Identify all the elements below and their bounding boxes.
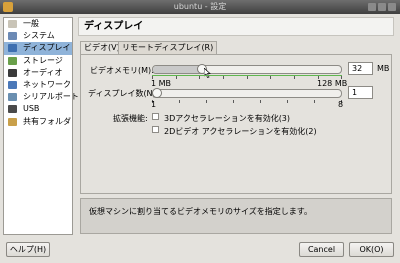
sidebar-item-general[interactable]: 一般 [4,18,72,30]
shared-folder-icon [8,117,17,126]
video-memory-ticks [152,76,342,80]
enable-2d-video-acceleration-checkbox[interactable] [152,126,159,133]
monitor-count-min-label: 1 [151,100,157,109]
minimize-button[interactable] [368,3,376,11]
page-title: ディスプレイ [78,17,394,36]
sidebar-item-label: システム [23,31,55,41]
extended-features-label: 拡張機能: [113,114,148,123]
tab-remote-display[interactable]: リモートディスプレイ(R) [118,41,218,54]
video-memory-min-label: 1 MB [151,79,172,88]
settings-window: ubuntu - 設定 一般 システム ディスプレイ ストレージ オーディオ ネ… [0,0,400,263]
monitor-count-max-label: 8 [338,100,344,109]
enable-3d-acceleration-label[interactable]: 3Dアクセラレーションを有効化(3) [164,113,290,124]
storage-icon [8,56,17,65]
sidebar-item-storage[interactable]: ストレージ [4,55,72,67]
serial-port-icon [8,93,17,102]
sidebar-item-label: ネットワーク [23,79,71,89]
title-bar: ubuntu - 設定 [0,0,400,14]
settings-sidebar: 一般 システム ディスプレイ ストレージ オーディオ ネットワーク シリアルポー… [3,17,79,235]
sidebar-item-label: 一般 [23,19,39,28]
cancel-button[interactable]: Cancel [299,242,344,257]
sidebar-item-network[interactable]: ネットワーク [4,79,72,91]
sidebar-item-audio[interactable]: オーディオ [4,67,72,79]
sidebar-item-label: ディスプレイ [23,43,71,53]
network-icon [8,80,17,89]
sidebar-item-label: 共有フォルダ [23,116,71,126]
video-tab-panel: ビデオメモリ(M): 1 MB 128 MB 32 MB ディスプレイ数(N): [80,54,392,194]
video-memory-label: ビデオメモリ(M): [90,66,154,75]
general-icon [8,20,17,28]
sidebar-item-label: オーディオ [23,67,63,77]
maximize-button[interactable] [378,3,386,11]
video-memory-max-label: 128 MB [317,79,348,88]
sidebar-item-shared-folders[interactable]: 共有フォルダ [4,116,72,128]
sidebar-item-label: USB [23,104,40,114]
help-button[interactable]: ヘルプ(H) [6,242,50,257]
video-memory-input[interactable]: 32 [348,62,373,75]
window-title: ubuntu - 設定 [173,2,227,11]
sidebar-item-display[interactable]: ディスプレイ [4,42,72,55]
system-icon [8,32,17,41]
info-text: 仮想マシンに割り当てるビデオメモリのサイズを指定します。 [89,207,312,216]
monitor-count-input[interactable]: 1 [348,86,373,99]
video-memory-slider-fill [153,66,203,73]
info-pane: 仮想マシンに割り当てるビデオメモリのサイズを指定します。 [80,198,392,234]
sidebar-item-serial-port[interactable]: シリアルポート [4,91,79,103]
close-button[interactable] [388,3,396,11]
monitor-count-slider[interactable] [152,89,342,98]
enable-2d-video-acceleration-label[interactable]: 2Dビデオ アクセラレーションを有効化(2) [164,126,317,137]
app-icon [3,2,13,12]
video-memory-unit: MB [377,64,390,73]
monitor-count-label: ディスプレイ数(N): [88,89,159,98]
audio-icon [8,68,17,77]
sidebar-item-label: ストレージ [23,55,63,65]
display-icon [8,44,17,53]
video-memory-slider[interactable] [152,65,342,74]
monitor-count-slider-handle[interactable] [152,88,162,98]
sidebar-item-label: シリアルポート [23,92,79,102]
sidebar-item-system[interactable]: システム [4,30,72,42]
monitor-count-ticks [152,100,342,104]
ok-button[interactable]: OK(O) [349,242,394,257]
usb-icon [8,105,17,114]
sidebar-item-usb[interactable]: USB [4,103,72,115]
enable-3d-acceleration-checkbox[interactable] [152,113,159,120]
